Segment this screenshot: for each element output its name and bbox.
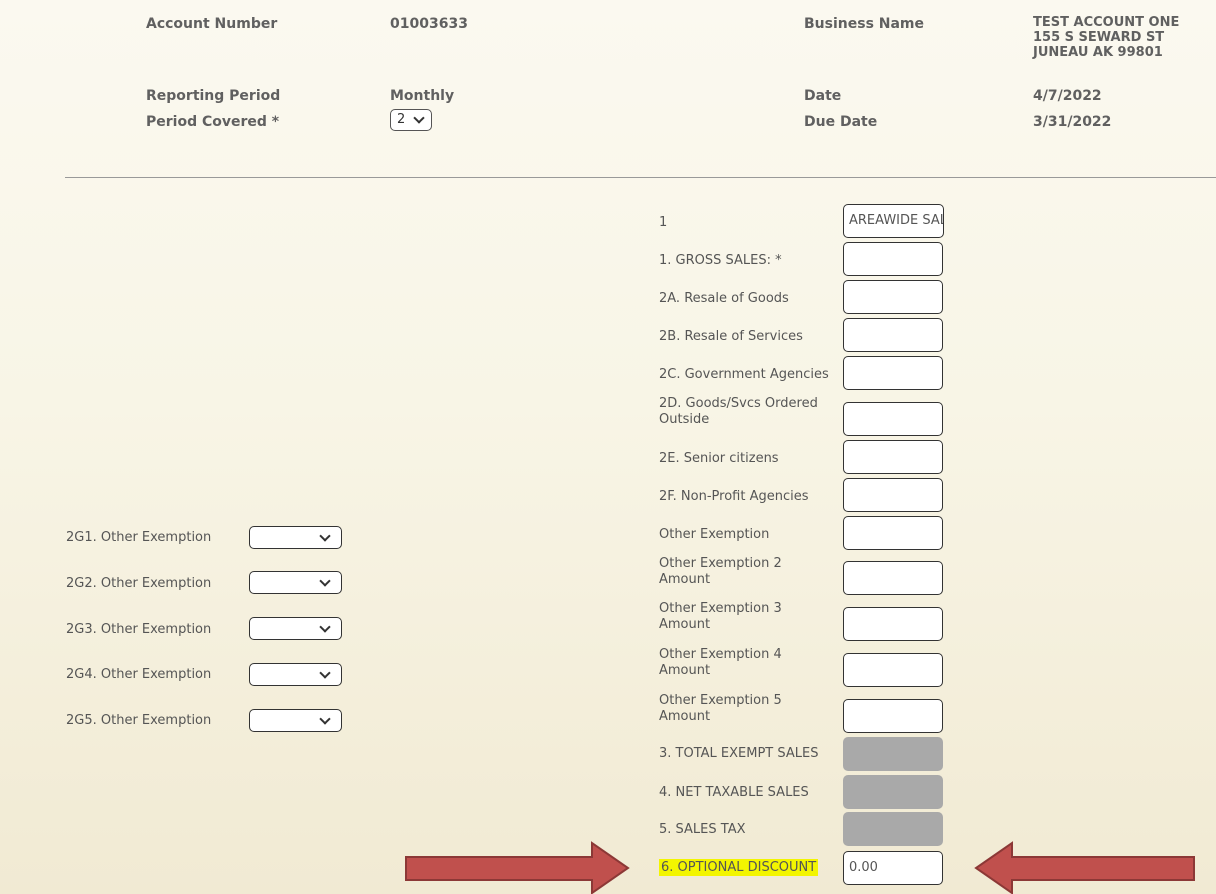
field-label-other-exemption-3: Other Exemption 3 Amount <box>659 601 782 632</box>
senior-citizens-input[interactable] <box>843 440 943 474</box>
chevron-down-icon <box>319 530 331 542</box>
field-label-other-exemption-5: Other Exemption 5 Amount <box>659 693 782 724</box>
other-exemption-input[interactable] <box>843 516 943 550</box>
other-exemption-2g4-select[interactable] <box>249 663 342 686</box>
header-divider <box>65 177 1216 178</box>
other-exemption-3-input[interactable] <box>843 607 943 641</box>
arrow-right-icon <box>405 841 630 894</box>
total-exempt-sales-input <box>843 737 943 771</box>
arrow-left-icon <box>974 841 1195 894</box>
business-address-line: 155 S SEWARD ST <box>1033 30 1165 45</box>
reporting-period-value: Monthly <box>390 88 455 104</box>
other-exemption-2g3-label: 2G3. Other Exemption <box>66 622 212 637</box>
other-exemption-2-input[interactable] <box>843 561 943 595</box>
other-exemption-2g3-select[interactable] <box>249 617 342 640</box>
period-covered-select[interactable]: 2 <box>390 109 432 131</box>
due-date-label: Due Date <box>804 114 878 130</box>
field-label-goods-ordered-outside: 2D. Goods/Svcs Ordered Outside <box>659 396 818 427</box>
business-name-address: TEST ACCOUNT ONE 155 S SEWARD ST JUNEAU … <box>1033 15 1179 60</box>
chevron-down-icon <box>319 713 331 725</box>
due-date-value: 3/31/2022 <box>1033 114 1112 130</box>
period-covered-label: Period Covered * <box>146 114 280 130</box>
field-label-sales-tax: 5. SALES TAX <box>659 822 746 837</box>
other-exemption-2g1-label: 2G1. Other Exemption <box>66 530 212 545</box>
reporting-period-label: Reporting Period <box>146 88 281 104</box>
gross-sales-input[interactable] <box>843 242 943 276</box>
input-value: AREAWIDE SALES <box>849 213 943 228</box>
business-name-line: TEST ACCOUNT ONE <box>1033 15 1180 30</box>
field-label-non-profit: 2F. Non-Profit Agencies <box>659 489 809 504</box>
business-city-line: JUNEAU AK 99801 <box>1033 45 1163 60</box>
net-taxable-sales-input <box>843 775 943 809</box>
other-exemption-2g4-label: 2G4. Other Exemption <box>66 667 212 682</box>
business-name-label: Business Name <box>804 16 925 32</box>
account-number-value: 01003633 <box>390 16 468 32</box>
chevron-down-icon <box>319 575 331 587</box>
chevron-down-icon <box>319 621 331 633</box>
other-exemption-2g2-label: 2G2. Other Exemption <box>66 576 212 591</box>
other-exemption-5-input[interactable] <box>843 699 943 733</box>
other-exemption-2g1-select[interactable] <box>249 526 342 549</box>
goods-ordered-outside-input[interactable] <box>843 402 943 436</box>
field-label-resale-goods: 2A. Resale of Goods <box>659 291 789 306</box>
other-exemption-2g5-label: 2G5. Other Exemption <box>66 713 212 728</box>
chevron-down-icon <box>319 667 331 679</box>
sales-tax-input <box>843 812 943 846</box>
field-label-resale-services: 2B. Resale of Services <box>659 329 803 344</box>
field-label-optional-discount: 6. OPTIONAL DISCOUNT <box>659 859 844 876</box>
non-profit-input[interactable] <box>843 478 943 512</box>
other-exemption-2g5-select[interactable] <box>249 709 342 732</box>
date-value: 4/7/2022 <box>1033 88 1102 104</box>
field-label-total-exempt-sales: 3. TOTAL EXEMPT SALES <box>659 746 819 761</box>
field-label-other-exemption: Other Exemption <box>659 527 770 542</box>
field-label-senior-citizens: 2E. Senior citizens <box>659 451 779 466</box>
resale-goods-input[interactable] <box>843 280 943 314</box>
government-agencies-input[interactable] <box>843 356 943 390</box>
field-label-other-exemption-2: Other Exemption 2 Amount <box>659 556 782 587</box>
resale-services-input[interactable] <box>843 318 943 352</box>
input-value: 0.00 <box>849 860 878 875</box>
field-label-other-exemption-4: Other Exemption 4 Amount <box>659 647 782 678</box>
period-covered-selected-value: 2 <box>397 112 406 127</box>
field-label-net-taxable-sales: 4. NET TAXABLE SALES <box>659 785 809 800</box>
other-exemption-2g2-select[interactable] <box>249 571 342 594</box>
optional-discount-highlight: 6. OPTIONAL DISCOUNT <box>659 859 819 876</box>
field-label-government-agencies: 2C. Government Agencies <box>659 367 829 382</box>
date-label: Date <box>804 88 842 104</box>
other-exemption-4-input[interactable] <box>843 653 943 687</box>
areawide-sales-input[interactable]: AREAWIDE SALES <box>843 204 944 238</box>
optional-discount-input[interactable]: 0.00 <box>843 851 943 885</box>
chevron-down-icon <box>413 112 425 124</box>
field-label-gross-sales: 1. GROSS SALES: * <box>659 253 782 268</box>
account-number-label: Account Number <box>146 16 278 32</box>
field-label-line-number: 1 <box>659 215 668 230</box>
